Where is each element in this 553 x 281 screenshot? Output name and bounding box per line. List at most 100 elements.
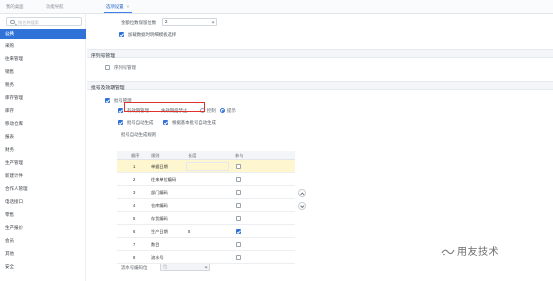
participate-checkbox[interactable] bbox=[236, 242, 241, 247]
batch-rule-grid: 顺序 规则 长度 参与 1 单据日期 2 往来单位编码 3 部门编码 4 仓库编… bbox=[117, 151, 295, 266]
table-row[interactable]: 1 单据日期 bbox=[117, 160, 295, 173]
search-box[interactable] bbox=[6, 17, 82, 26]
close-icon[interactable]: × bbox=[127, 4, 130, 9]
col-rule: 规则 bbox=[151, 153, 160, 158]
sidebar-item-partners[interactable]: 合作人管理 bbox=[0, 184, 86, 194]
expiry-radio-control-label: 控制 bbox=[207, 108, 216, 113]
row-order: 3 bbox=[133, 190, 136, 195]
sidebar-item-reports[interactable]: 报表 bbox=[0, 132, 86, 142]
row-rule: 部门编码 bbox=[151, 190, 168, 195]
tab-bar: 我的桌面 功能导航 选项设置 × bbox=[0, 0, 553, 14]
auto-gen-label: 批号自动生成 bbox=[127, 120, 154, 125]
auto-gen-from-base-label: 根据基本批号自动生成 bbox=[172, 120, 216, 125]
highlight-annotation bbox=[124, 102, 205, 112]
auto-gen-rule-label: 批号自动生成规则 bbox=[121, 132, 157, 137]
chevron-up-icon bbox=[300, 192, 305, 197]
tab-function-nav[interactable]: 功能导航 bbox=[46, 4, 64, 10]
sidebar-item-production-quote[interactable]: 生产报价 bbox=[0, 223, 86, 233]
sidebar-item-members[interactable]: 会员 bbox=[0, 236, 86, 246]
row-rule: 往来单位编码 bbox=[151, 177, 177, 182]
expiry-manage-checkbox[interactable] bbox=[118, 108, 123, 113]
row-rule: 生产日期 bbox=[151, 229, 168, 234]
sidebar: 公共 采购 往来管理 销售 税务 库存管理 库存 移动仓库 报表 财务 生产管理… bbox=[0, 14, 86, 281]
table-row[interactable]: 7 数目 bbox=[117, 238, 295, 251]
auto-gen-checkbox[interactable] bbox=[118, 120, 123, 125]
row-rule: 存货编码 bbox=[151, 216, 168, 221]
sidebar-item-tax[interactable]: 税务 bbox=[0, 80, 86, 90]
sidebar-item-other[interactable]: 其他 bbox=[0, 249, 86, 259]
tab-options-settings[interactable]: 选项设置 × bbox=[106, 4, 129, 10]
decimal-places-label: 金额位数保留位数 bbox=[121, 20, 157, 25]
row-order: 2 bbox=[133, 177, 136, 182]
table-row[interactable]: 3 部门编码 bbox=[117, 186, 295, 199]
row-order: 8 bbox=[133, 255, 136, 260]
participate-checkbox[interactable] bbox=[236, 190, 241, 195]
col-length: 长度 bbox=[188, 153, 197, 158]
row-order: 4 bbox=[133, 203, 136, 208]
row-rule: 数目 bbox=[151, 242, 160, 247]
table-row[interactable]: 2 往来单位编码 bbox=[117, 173, 295, 186]
brand-logo-icon bbox=[441, 249, 455, 256]
chevron-down-icon bbox=[300, 204, 305, 208]
sidebar-item-accounts[interactable]: 往来管理 bbox=[0, 54, 86, 64]
auto-gen-from-base-checkbox[interactable] bbox=[163, 120, 168, 125]
move-up-button[interactable] bbox=[298, 189, 306, 197]
participate-checkbox[interactable] bbox=[236, 255, 241, 260]
row-order: 1 bbox=[133, 164, 136, 169]
decimal-places-value: 2 bbox=[165, 19, 168, 24]
row-rule: 仓库编码 bbox=[151, 203, 168, 208]
grid-header: 顺序 规则 长度 参与 bbox=[117, 151, 295, 160]
move-down-button[interactable] bbox=[298, 202, 306, 210]
expiry-radio-prompt-label: 提示 bbox=[227, 108, 236, 113]
sidebar-item-production[interactable]: 生产管理 bbox=[0, 158, 86, 168]
sidebar-item-finance[interactable]: 财务 bbox=[0, 145, 86, 155]
sidebar-item-mobile-warehouse[interactable]: 移动仓库 bbox=[0, 119, 86, 129]
chevron-down-icon bbox=[211, 20, 215, 24]
batch-manage-checkbox[interactable] bbox=[105, 98, 110, 103]
length-cell[interactable] bbox=[186, 162, 229, 171]
serial-manage-checkbox[interactable] bbox=[105, 65, 110, 70]
search-icon bbox=[10, 19, 15, 24]
sidebar-item-public[interactable]: 公共 bbox=[0, 29, 86, 39]
sidebar-item-inventory[interactable]: 库存 bbox=[0, 106, 86, 116]
participate-checkbox[interactable] bbox=[236, 164, 241, 169]
col-order: 顺序 bbox=[131, 153, 140, 158]
row-length[interactable]: 8 bbox=[188, 229, 190, 234]
sidebar-item-retail[interactable]: 零售 bbox=[0, 210, 86, 220]
decimal-places-select[interactable]: 2 bbox=[162, 18, 217, 26]
chevron-down-icon bbox=[204, 265, 208, 269]
active-tab-indicator bbox=[104, 12, 132, 13]
participate-checkbox[interactable] bbox=[236, 229, 241, 234]
table-row[interactable]: 4 仓库编码 bbox=[117, 199, 295, 212]
watermark-text: 用友技术 bbox=[457, 247, 499, 258]
sidebar-item-purchase[interactable]: 采购 bbox=[0, 41, 86, 51]
template-checkbox[interactable] bbox=[119, 32, 124, 37]
serial-section-header: 序列号管理 bbox=[87, 49, 553, 59]
expiry-radio-prompt[interactable] bbox=[220, 108, 225, 113]
template-checkbox-label: 加载数据时明细模板选择 bbox=[128, 32, 177, 37]
tab-my-desktop[interactable]: 我的桌面 bbox=[6, 4, 24, 10]
batch-section-header: 批号及效期管理 bbox=[87, 81, 553, 91]
batch-section-title: 批号及效期管理 bbox=[91, 85, 125, 91]
serial-manage-label: 序列号管理 bbox=[114, 65, 136, 70]
serial-section-title: 序列号管理 bbox=[91, 53, 115, 59]
participate-checkbox[interactable] bbox=[236, 203, 241, 208]
table-row[interactable]: 6 生产日期 8 bbox=[117, 225, 295, 238]
sidebar-item-sales[interactable]: 销售 bbox=[0, 67, 86, 77]
row-rule: 单据日期 bbox=[151, 164, 168, 169]
row-order: 5 bbox=[133, 216, 136, 221]
row-order: 6 bbox=[133, 229, 136, 234]
tab-options-settings-label: 选项设置 bbox=[106, 4, 124, 9]
table-row[interactable]: 5 存货编码 bbox=[117, 212, 295, 225]
row-rule: 流水号 bbox=[151, 255, 164, 260]
participate-checkbox[interactable] bbox=[236, 216, 241, 221]
participate-checkbox[interactable] bbox=[236, 177, 241, 182]
sidebar-item-phone[interactable]: 电话接口 bbox=[0, 197, 86, 207]
col-participate: 参与 bbox=[235, 153, 244, 158]
table-row[interactable]: 8 流水号 bbox=[117, 251, 295, 264]
sidebar-item-security[interactable]: 安全 bbox=[0, 262, 86, 272]
sidebar-item-inventory-mgmt[interactable]: 库存管理 bbox=[0, 93, 86, 103]
search-input[interactable] bbox=[18, 19, 78, 25]
row-order: 7 bbox=[133, 242, 136, 247]
sidebar-item-piecework[interactable]: 新建计件 bbox=[0, 171, 86, 181]
